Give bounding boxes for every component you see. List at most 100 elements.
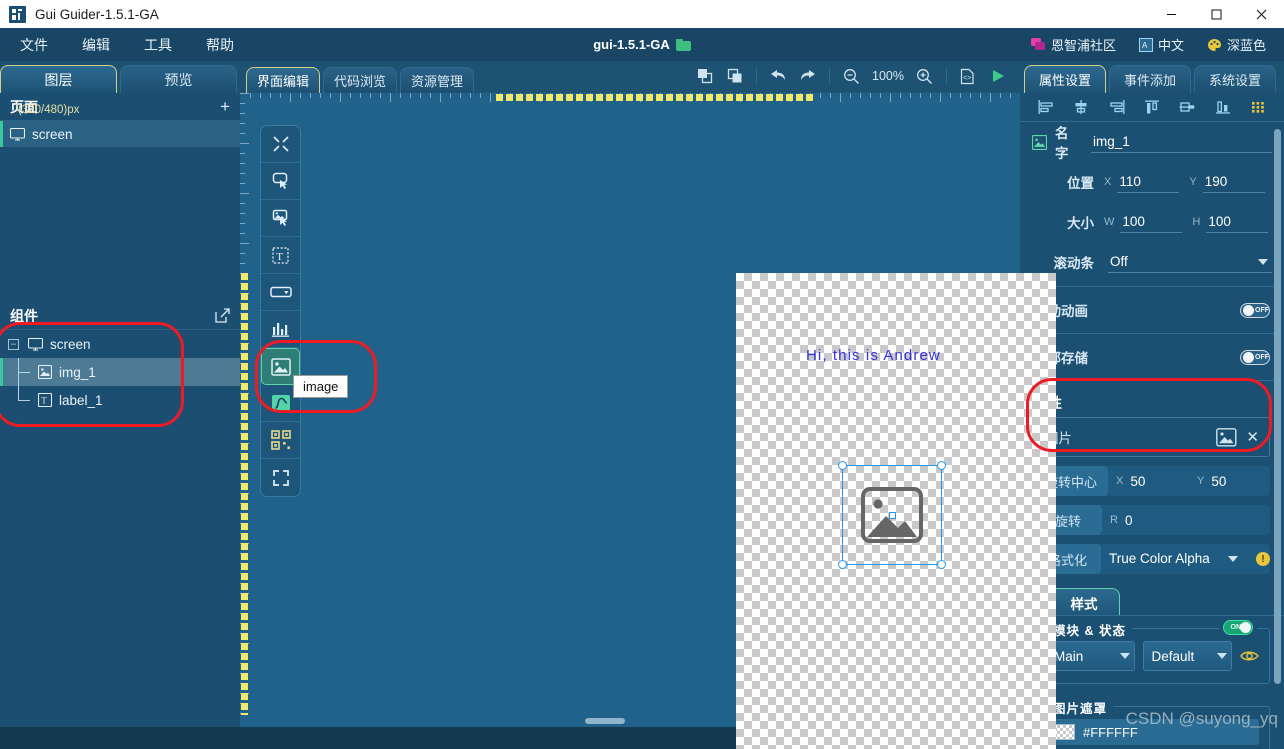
resize-handle-top-right[interactable] (937, 461, 946, 470)
align-middle-v-icon[interactable] (1176, 97, 1198, 117)
visibility-eye-icon[interactable] (1240, 649, 1259, 663)
left-tab-row: 图层 预览 (0, 61, 240, 93)
move-animation-toggle[interactable]: OFF (1240, 302, 1270, 318)
tab-event-add[interactable]: 事件添加 (1109, 65, 1191, 93)
row-format: 格式化 True Color Alpha True Color Indexed … (1034, 544, 1270, 574)
align-bottom-icon[interactable] (1212, 97, 1234, 117)
scrollbar-select[interactable]: Off On Auto (1108, 251, 1272, 273)
dropdown-widget-icon[interactable] (261, 274, 300, 311)
menu-help[interactable]: 帮助 (192, 31, 248, 59)
pos-y-label: Y (1189, 176, 1197, 188)
redo-icon[interactable] (793, 62, 823, 90)
align-center-h-icon[interactable] (1070, 97, 1092, 117)
button-widget-icon[interactable] (261, 163, 300, 200)
expand-icon[interactable] (261, 459, 300, 496)
properties-scroll-region[interactable]: 名字 位置 X Y 大小 W H 滚动条 O (1020, 122, 1284, 749)
image-source-field[interactable]: 图片 ✕ (1034, 417, 1270, 457)
add-page-button[interactable]: + (220, 98, 230, 115)
open-folder-icon[interactable] (675, 38, 691, 51)
community-icon (1030, 37, 1046, 52)
image-picker-icon[interactable] (1216, 427, 1237, 447)
tab-layers[interactable]: 图层 (0, 65, 117, 93)
size-height-input[interactable] (1206, 211, 1269, 233)
tree-node-screen[interactable]: − screen (0, 330, 240, 358)
menu-edit[interactable]: 编辑 (68, 31, 124, 59)
tab-ui-editor[interactable]: 界面编辑 (246, 67, 321, 93)
state-select[interactable]: Default (1142, 641, 1232, 671)
canvas-area[interactable]: Hi, this is Andrew NXP (240, 93, 1056, 749)
menu-file[interactable]: 文件 (6, 31, 62, 59)
module-select[interactable]: Main (1045, 641, 1135, 671)
clear-image-button[interactable]: ✕ (1246, 428, 1259, 446)
name-field-label: 名字 (1055, 126, 1069, 161)
page-item-screen[interactable]: screen (0, 121, 240, 147)
maximize-button[interactable] (1194, 0, 1239, 28)
size-width-input[interactable] (1120, 211, 1183, 233)
community-link[interactable]: 恩智浦社区 (1021, 31, 1126, 58)
toolbar-separator-2 (829, 67, 830, 85)
device-screen-canvas[interactable]: Hi, this is Andrew (736, 273, 1056, 749)
format-select[interactable]: True Color Alpha True Color Indexed 8 bi… (1107, 549, 1242, 569)
resize-handle-bottom-left[interactable] (838, 560, 847, 569)
mask-color-swatch[interactable] (1053, 724, 1075, 740)
scrollbar-thumb[interactable] (1274, 129, 1281, 684)
rotate-value[interactable]: 0 (1125, 513, 1133, 528)
popout-components-button[interactable] (215, 308, 230, 323)
imagebutton-widget-icon[interactable] (261, 200, 300, 237)
properties-vertical-scrollbar[interactable] (1274, 129, 1281, 704)
tree-node-img-1[interactable]: img_1 (0, 358, 240, 386)
position-x-input[interactable] (1117, 171, 1180, 193)
zoom-out-icon[interactable] (836, 62, 866, 90)
paste-icon[interactable] (720, 62, 750, 90)
tab-resource-manager[interactable]: 资源管理 (400, 67, 475, 93)
collapse-icon[interactable] (261, 126, 300, 163)
divider (1030, 333, 1274, 334)
pivot-x-value[interactable]: 50 (1130, 474, 1145, 489)
canvas-size-label: (320/480)px (18, 104, 80, 116)
language-selector[interactable]: A 中文 (1129, 31, 1194, 58)
align-right-icon[interactable] (1106, 97, 1128, 117)
tab-system-settings[interactable]: 系统设置 (1194, 65, 1276, 93)
align-top-icon[interactable] (1141, 97, 1163, 117)
align-left-icon[interactable] (1035, 97, 1057, 117)
tree-expander[interactable]: − (8, 338, 19, 350)
resize-handle-bottom-right[interactable] (937, 560, 946, 569)
qrcode-widget-icon[interactable] (261, 422, 300, 459)
scrollbar-thumb[interactable] (585, 718, 625, 724)
community-label: 恩智浦社区 (1050, 38, 1116, 53)
image-mask-group: 图片遮罩 #FFFFFF (1034, 698, 1270, 749)
tab-code-browser[interactable]: 代码浏览 (323, 67, 398, 93)
pivot-y-value[interactable]: 50 (1211, 474, 1226, 489)
undo-icon[interactable] (763, 62, 793, 90)
generate-code-icon[interactable]: <> (953, 62, 983, 90)
run-icon[interactable] (983, 62, 1013, 90)
chart-widget-icon[interactable] (261, 311, 300, 348)
style-tab[interactable]: 样式 (1048, 588, 1120, 616)
format-warning-icon[interactable]: ! (1256, 552, 1270, 566)
properties-panel: 名字 位置 X Y 大小 W H 滚动条 O (1020, 93, 1284, 749)
module-state-toggle[interactable]: ON (1223, 620, 1253, 635)
grid-icon[interactable] (1247, 97, 1269, 117)
minimize-button[interactable] (1149, 0, 1194, 28)
position-y-input[interactable] (1202, 171, 1265, 193)
name-input[interactable] (1091, 131, 1272, 153)
toggle-state-text: ON (1230, 624, 1242, 631)
close-button[interactable] (1239, 0, 1284, 28)
label-widget-icon[interactable]: T (261, 237, 300, 274)
external-storage-toggle[interactable]: OFF (1240, 349, 1270, 365)
theme-selector[interactable]: 深蓝色 (1197, 31, 1276, 58)
pages-list: screen (0, 121, 240, 302)
tab-property-settings[interactable]: 属性设置 (1024, 65, 1106, 93)
tree-node-label-1[interactable]: T label_1 (0, 386, 240, 414)
project-name: gui-1.5.1-GA (593, 37, 670, 52)
zoom-in-icon[interactable] (910, 62, 940, 90)
canvas-label-1[interactable]: Hi, this is Andrew (806, 347, 941, 364)
resize-handle-top-left[interactable] (838, 461, 847, 470)
components-tree: − screen img_1 T label_1 (0, 330, 240, 414)
menu-tools[interactable]: 工具 (130, 31, 186, 59)
window-title: Gui Guider-1.5.1-GA (35, 6, 159, 22)
tab-preview[interactable]: 预览 (120, 65, 237, 93)
center-anchor-handle[interactable] (888, 511, 896, 519)
copy-icon[interactable] (690, 62, 720, 90)
canvas-img-1-selected[interactable] (838, 461, 946, 569)
